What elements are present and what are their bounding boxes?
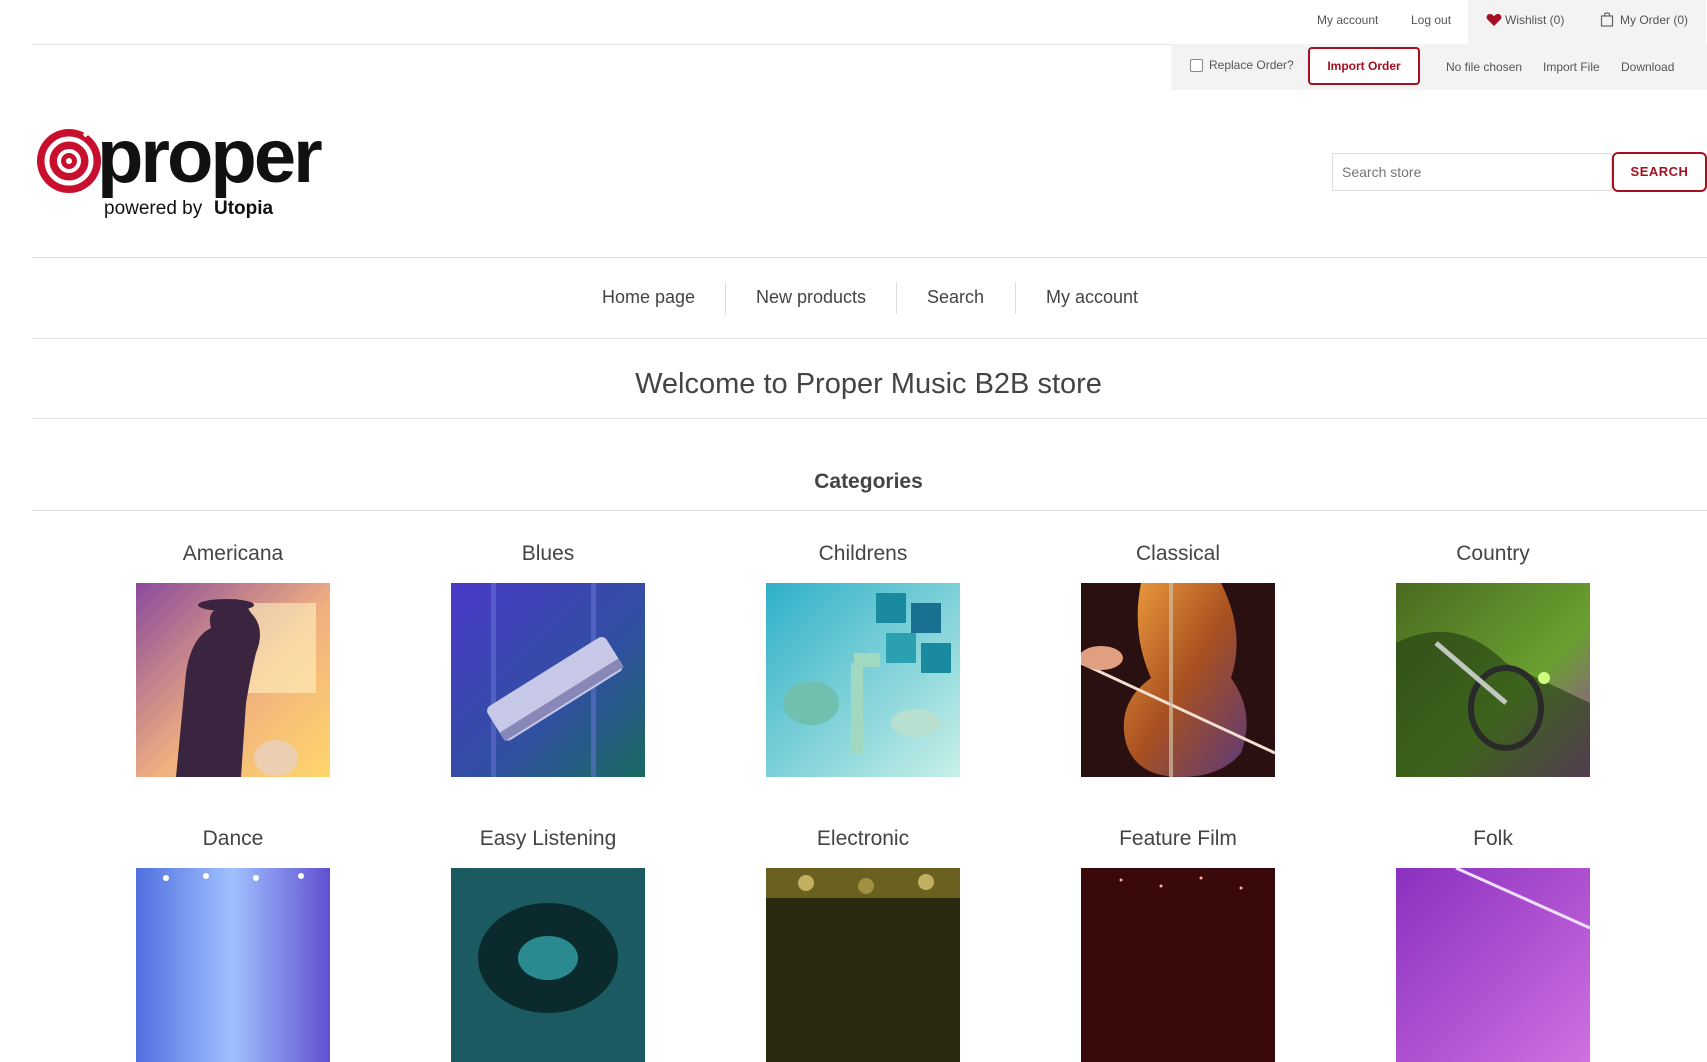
category-name-country[interactable]: Country xyxy=(1396,542,1590,566)
no-file-chosen-text: No file chosen xyxy=(1446,60,1523,74)
category-name-folk[interactable]: Folk xyxy=(1396,827,1590,851)
vinyl-logo-icon xyxy=(37,122,101,193)
replace-order-checkbox[interactable] xyxy=(1190,59,1203,72)
stage-lights-image xyxy=(136,868,330,1062)
nav-separator xyxy=(1015,282,1016,314)
nav-new-products[interactable]: New products xyxy=(756,287,866,308)
category-name-easy-listening[interactable]: Easy Listening xyxy=(451,827,645,851)
category-name-dance[interactable]: Dance xyxy=(136,827,330,851)
heart-icon xyxy=(1486,13,1502,27)
category-image-easy-listening[interactable] xyxy=(451,868,645,1062)
wishlist-link[interactable]: Wishlist (0) xyxy=(1505,13,1564,27)
top-header-bar xyxy=(32,0,1707,45)
category-image-americana[interactable] xyxy=(136,583,330,777)
my-account-link[interactable]: My account xyxy=(1317,13,1378,27)
proper-logo[interactable]: proper powered by Utopia xyxy=(34,114,374,222)
nav-top-border xyxy=(32,257,1707,258)
log-out-link[interactable]: Log out xyxy=(1411,13,1451,27)
category-image-folk[interactable] xyxy=(1396,868,1590,1062)
svg-text:powered by: powered by xyxy=(104,198,203,219)
cinema-image xyxy=(1081,868,1275,1062)
singer-microphone-image xyxy=(1396,583,1590,777)
category-name-blues[interactable]: Blues xyxy=(451,542,645,566)
nav-separator xyxy=(725,282,726,314)
svg-text:Utopia: Utopia xyxy=(214,198,274,219)
category-name-feature-film[interactable]: Feature Film xyxy=(1081,827,1275,851)
category-name-classical[interactable]: Classical xyxy=(1081,542,1275,566)
categories-heading: Categories xyxy=(814,470,923,493)
toys-image xyxy=(766,583,960,777)
nav-home-page[interactable]: Home page xyxy=(602,287,695,308)
nav-bottom-border xyxy=(32,338,1707,339)
violin-image xyxy=(1396,868,1590,1062)
category-image-electronic[interactable] xyxy=(766,868,960,1062)
category-image-classical[interactable] xyxy=(1081,583,1275,777)
category-name-electronic[interactable]: Electronic xyxy=(766,827,960,851)
nav-search[interactable]: Search xyxy=(927,287,984,308)
category-image-childrens[interactable] xyxy=(766,583,960,777)
welcome-divider xyxy=(32,418,1707,419)
vinyl-record-image xyxy=(451,868,645,1062)
download-link[interactable]: Download xyxy=(1621,60,1674,74)
import-file-button[interactable]: Import File xyxy=(1543,60,1600,74)
svg-text:proper: proper xyxy=(97,122,322,199)
category-name-childrens[interactable]: Childrens xyxy=(766,542,960,566)
welcome-heading: Welcome to Proper Music B2B store xyxy=(635,368,1102,400)
category-name-americana[interactable]: Americana xyxy=(136,542,330,566)
shopping-bag-icon xyxy=(1600,11,1614,27)
silhouette-couple-image xyxy=(136,583,330,777)
replace-order-label: Replace Order? xyxy=(1209,58,1294,72)
import-order-button[interactable]: Import Order xyxy=(1308,47,1420,85)
category-image-dance[interactable] xyxy=(136,868,330,1062)
search-input[interactable] xyxy=(1332,153,1612,191)
search-button[interactable]: SEARCH xyxy=(1612,152,1707,192)
nav-separator xyxy=(896,282,897,314)
mixing-desk-image xyxy=(766,868,960,1062)
category-image-blues[interactable] xyxy=(451,583,645,777)
my-order-link[interactable]: My Order (0) xyxy=(1620,13,1688,27)
cello-image xyxy=(1081,583,1275,777)
harmonica-image xyxy=(451,583,645,777)
nav-my-account[interactable]: My account xyxy=(1046,287,1138,308)
categories-divider xyxy=(32,510,1707,511)
category-image-feature-film[interactable] xyxy=(1081,868,1275,1062)
category-image-country[interactable] xyxy=(1396,583,1590,777)
